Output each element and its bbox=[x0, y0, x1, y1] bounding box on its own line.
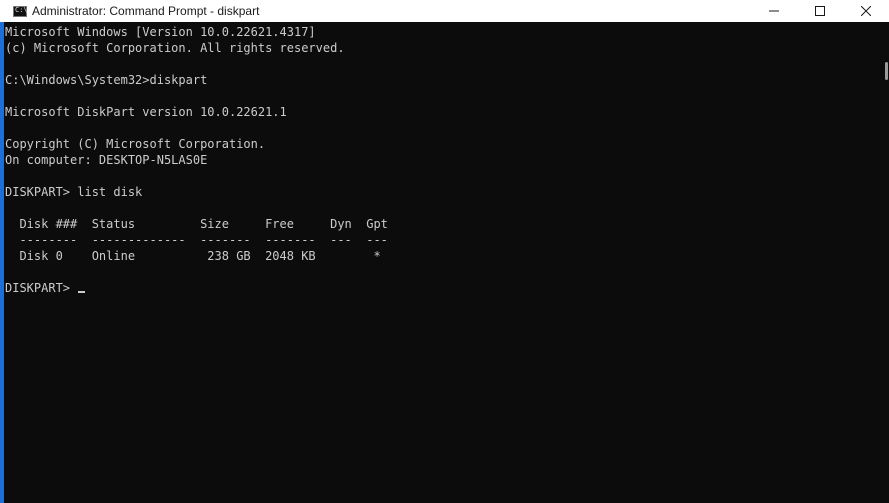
prompt-text: DISKPART> bbox=[5, 281, 78, 295]
maximize-icon bbox=[815, 6, 825, 16]
close-icon bbox=[861, 6, 871, 16]
command-prompt[interactable]: DISKPART> bbox=[5, 280, 86, 296]
scrollbar-thumb[interactable] bbox=[885, 62, 888, 80]
table-separator: -------- ------------- ------- ------- -… bbox=[5, 233, 388, 247]
console-line: On computer: DESKTOP-N5LAS0E bbox=[5, 153, 208, 167]
table-header: Disk ### Status Size Free Dyn Gpt bbox=[5, 217, 388, 231]
close-button[interactable] bbox=[843, 0, 889, 22]
console-line: (c) Microsoft Corporation. All rights re… bbox=[5, 41, 345, 55]
table-row: Disk 0 Online 238 GB 2048 KB * bbox=[5, 249, 381, 263]
console-output[interactable]: Microsoft Windows [Version 10.0.22621.43… bbox=[0, 22, 883, 503]
text-cursor bbox=[78, 291, 86, 293]
cmd-icon bbox=[13, 5, 28, 17]
console-line: Copyright (C) Microsoft Corporation. bbox=[5, 137, 266, 151]
minimize-icon bbox=[769, 10, 779, 12]
console-line: C:\Windows\System32>diskpart bbox=[5, 73, 208, 87]
maximize-button[interactable] bbox=[797, 0, 843, 22]
window-title: Administrator: Command Prompt - diskpart bbox=[32, 4, 260, 18]
console-line: Microsoft Windows [Version 10.0.22621.43… bbox=[5, 25, 316, 39]
console-line: DISKPART> list disk bbox=[5, 185, 143, 199]
scrollbar[interactable] bbox=[883, 22, 889, 503]
console-line: Microsoft DiskPart version 10.0.22621.1 bbox=[5, 105, 287, 119]
minimize-button[interactable] bbox=[751, 0, 797, 22]
window-controls bbox=[751, 0, 889, 22]
title-bar[interactable]: Administrator: Command Prompt - diskpart bbox=[0, 0, 889, 22]
